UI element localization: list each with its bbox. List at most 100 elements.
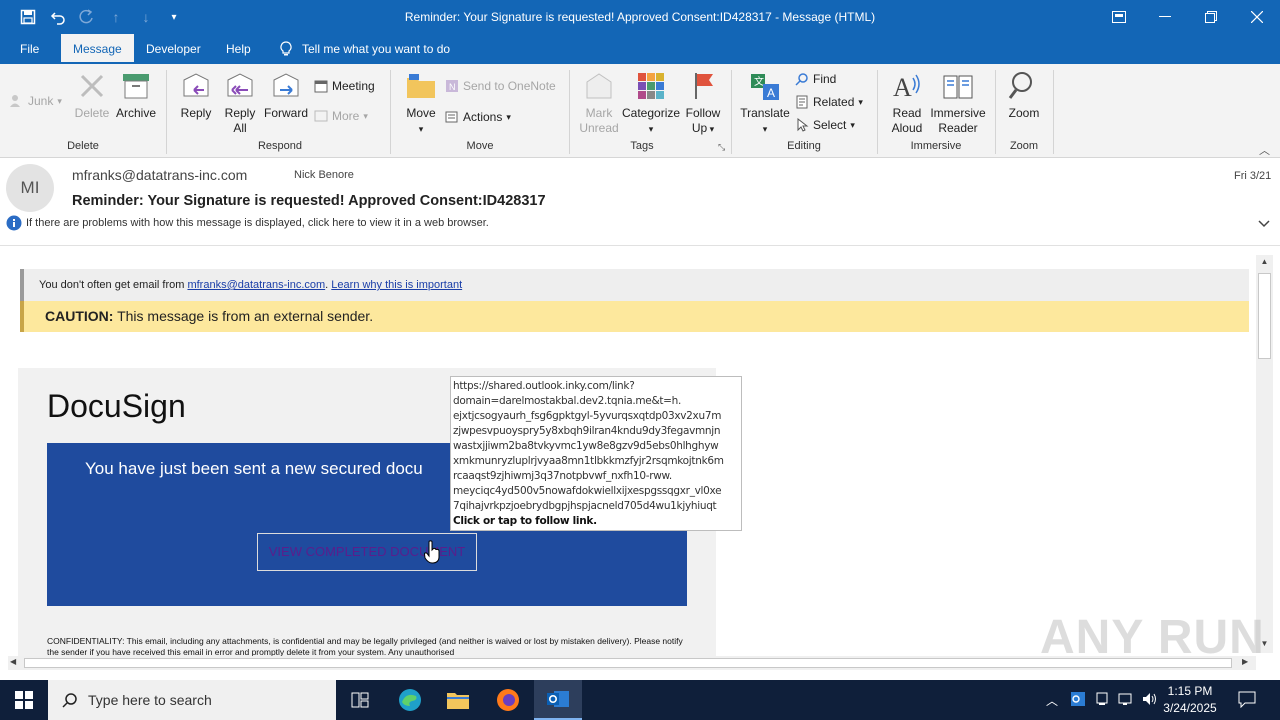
ribbon: Junk ▾ Delete Archive Delete Reply Reply A… — [0, 64, 1280, 158]
network-icon[interactable] — [1118, 691, 1134, 710]
archive-button[interactable]: Archive — [114, 70, 158, 121]
tags-dialog-launcher-icon[interactable]: ⤡ — [718, 142, 725, 153]
svg-text:文: 文 — [754, 75, 764, 88]
first-contact-notice: You don't often get email from mfranks@d… — [20, 269, 1249, 301]
show-hidden-icons-chevron[interactable]: ︿ — [1046, 692, 1058, 709]
related-button[interactable]: Related ▾ — [795, 92, 863, 112]
cursor-select-icon — [797, 118, 809, 132]
message-header: MI mfranks@datatrans-inc.com Nick Benore… — [0, 158, 1280, 246]
undo-icon[interactable] — [48, 8, 68, 26]
find-icon — [795, 73, 808, 86]
redo-icon[interactable] — [76, 8, 96, 26]
tab-message[interactable]: Message — [61, 34, 134, 64]
meeting-button[interactable]: Meeting — [314, 76, 375, 96]
tell-me-box[interactable]: Tell me what you want to do — [268, 34, 462, 64]
ribbon-tabs: File Message Developer Help Tell me what… — [0, 34, 1280, 64]
restore-icon[interactable] — [1188, 0, 1234, 34]
message-subject: Reminder: Your Signature is requested! A… — [72, 193, 546, 209]
volume-icon[interactable] — [1142, 691, 1158, 710]
close-icon[interactable] — [1234, 0, 1280, 34]
scroll-up-icon[interactable]: ▲ — [1258, 257, 1271, 269]
flag-icon — [695, 73, 713, 99]
find-button[interactable]: Find — [795, 69, 836, 89]
windows-logo-icon — [15, 691, 33, 709]
related-icon — [796, 95, 808, 109]
translate-button[interactable]: 文A Translate ▾ — [740, 70, 790, 137]
more-respond-button[interactable]: More ▾ — [314, 106, 368, 126]
delete-x-icon — [80, 74, 104, 98]
system-clock[interactable]: 1:15 PM 3/24/2025 — [1160, 683, 1220, 717]
expand-header-chevron-icon[interactable] — [1258, 220, 1270, 231]
ribbon-display-icon[interactable] — [1096, 0, 1142, 34]
reply-icon — [183, 73, 209, 97]
hand-cursor-icon — [424, 540, 440, 564]
categorize-button[interactable]: Categorize ▾ — [622, 70, 680, 137]
device-tray-icon[interactable] — [1094, 691, 1110, 710]
svg-text:A: A — [767, 86, 775, 100]
notifications-icon[interactable] — [1238, 690, 1256, 711]
outlook-taskbar-button[interactable] — [534, 680, 582, 720]
down-arrow-icon[interactable]: ↓ — [136, 8, 156, 26]
mark-unread-icon — [586, 73, 612, 99]
group-label-editing: Editing — [787, 140, 821, 152]
outlook-tray-icon[interactable] — [1070, 691, 1086, 710]
learn-why-link[interactable]: Learn why this is important — [331, 279, 462, 291]
save-icon[interactable] — [18, 8, 38, 26]
group-label-tags: Tags — [630, 140, 654, 152]
display-problem-bar[interactable]: If there are problems with how this mess… — [6, 215, 489, 231]
actions-button[interactable]: Actions ▾ — [445, 107, 511, 127]
send-to-onenote-button[interactable]: N Send to OneNote — [445, 76, 556, 96]
edge-taskbar-button[interactable] — [386, 680, 434, 720]
folder-move-icon — [407, 74, 435, 98]
mark-unread-button[interactable]: Mark Unread — [576, 70, 622, 136]
junk-button[interactable]: Junk ▾ — [10, 91, 62, 111]
magnifier-icon — [1008, 72, 1032, 99]
file-explorer-taskbar-button[interactable] — [434, 680, 482, 720]
taskbar-search-box[interactable]: Type here to search — [48, 680, 336, 720]
select-button[interactable]: Select ▾ — [795, 115, 855, 135]
vertical-scrollbar[interactable]: ▲ ▼ — [1256, 255, 1273, 653]
sender-email-link[interactable]: mfranks@datatrans-inc.com — [187, 279, 325, 291]
zoom-button[interactable]: Zoom — [1004, 70, 1044, 121]
read-aloud-icon: A — [893, 73, 920, 102]
firefox-icon — [497, 689, 519, 711]
recipient-name[interactable]: Nick Benore — [294, 169, 354, 181]
group-label-respond: Respond — [257, 140, 303, 152]
customize-toolbar-icon[interactable]: ▾ — [164, 8, 184, 26]
group-label-delete: Delete — [67, 140, 99, 152]
svg-text:N: N — [449, 82, 456, 92]
up-arrow-icon[interactable]: ↑ — [106, 8, 126, 26]
junk-icon — [10, 95, 20, 107]
edge-icon — [399, 689, 421, 711]
task-view-button[interactable] — [336, 680, 384, 720]
view-completed-document-button[interactable]: VIEW COMPLETED DOCUMENT — [257, 533, 477, 571]
delete-button[interactable]: Delete — [72, 70, 112, 121]
tab-developer[interactable]: Developer — [134, 34, 213, 64]
reply-all-icon — [227, 73, 253, 97]
group-label-immersive: Immersive — [910, 140, 962, 152]
sender-email[interactable]: mfranks@datatrans-inc.com — [72, 167, 247, 183]
follow-up-button[interactable]: Follow Up ▾ — [682, 70, 724, 137]
tab-file[interactable]: File — [8, 34, 51, 64]
read-aloud-button[interactable]: A Read Aloud — [886, 70, 928, 136]
minimize-icon[interactable] — [1142, 0, 1188, 34]
scroll-left-icon[interactable]: ◀ — [10, 657, 16, 666]
move-button[interactable]: Move ▾ — [401, 70, 441, 137]
outlook-icon — [547, 691, 569, 707]
folder-icon — [447, 693, 469, 709]
actions-icon — [445, 111, 458, 123]
confidentiality-notice: CONFIDENTIALITY: This email, including a… — [47, 636, 683, 656]
svg-text:A: A — [893, 73, 912, 102]
forward-button[interactable]: Forward — [262, 70, 310, 121]
immersive-reader-button[interactable]: Immersive Reader — [928, 70, 988, 136]
firefox-taskbar-button[interactable] — [484, 680, 532, 720]
group-label-move: Move — [466, 140, 494, 152]
reply-button[interactable]: Reply — [176, 70, 216, 121]
reply-all-button[interactable]: Reply All — [220, 70, 260, 136]
collapse-ribbon-icon[interactable]: ︿ — [1259, 142, 1270, 158]
translate-icon: 文A — [751, 74, 779, 100]
start-button[interactable] — [0, 680, 48, 720]
tab-help[interactable]: Help — [214, 34, 263, 64]
ribbon-separator — [995, 70, 996, 154]
vertical-scroll-thumb[interactable] — [1258, 273, 1271, 359]
